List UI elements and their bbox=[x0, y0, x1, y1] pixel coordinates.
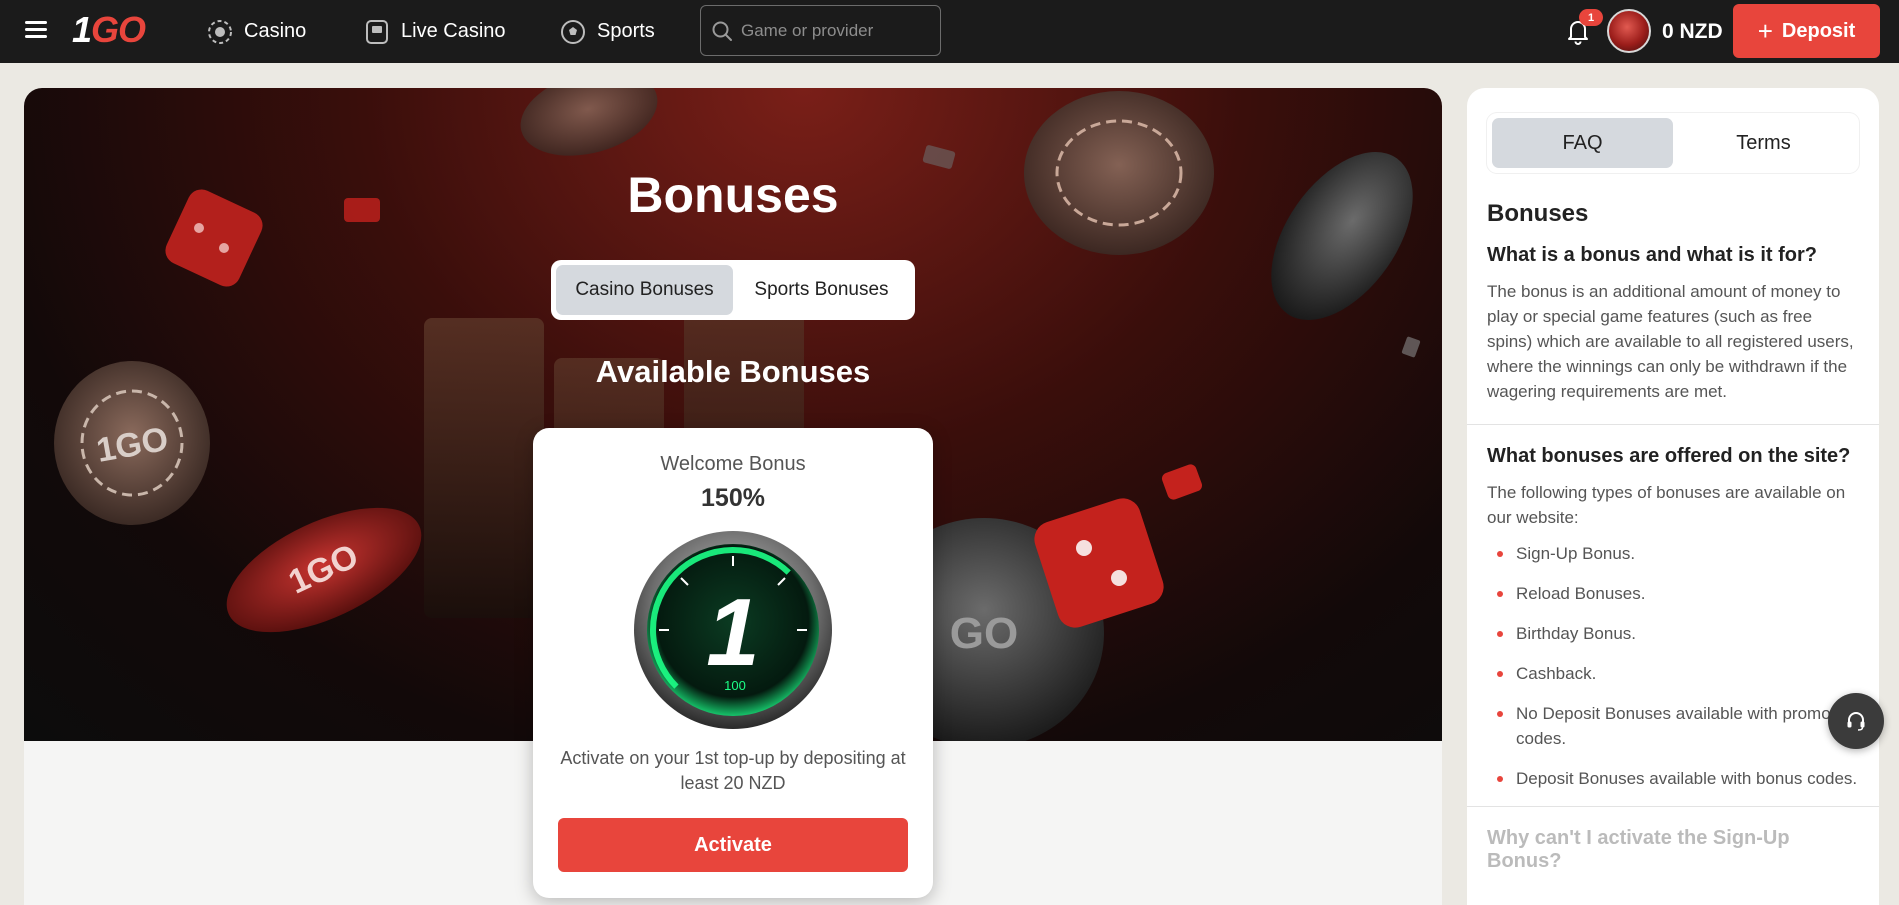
list-item: Reload Bonuses. bbox=[1487, 581, 1859, 606]
avatar[interactable] bbox=[1607, 9, 1651, 53]
page-title: Bonuses bbox=[627, 167, 839, 223]
logo[interactable]: 1 GO bbox=[72, 9, 146, 50]
nav-live-casino[interactable]: Live Casino bbox=[364, 0, 506, 63]
balance-amount[interactable]: 0 NZD bbox=[1662, 0, 1723, 63]
bonus-types-list: Sign-Up Bonus. Reload Bonuses. Birthday … bbox=[1487, 541, 1859, 791]
nav-casino-label: Casino bbox=[244, 20, 307, 42]
divider bbox=[1467, 424, 1879, 425]
casino-chip-icon bbox=[208, 19, 232, 44]
tab-casino-bonuses[interactable]: Casino Bonuses bbox=[556, 265, 733, 315]
faq-heading: Bonuses bbox=[1487, 200, 1589, 227]
faq-answer: The following types of bonuses are avail… bbox=[1487, 483, 1846, 527]
list-item: Sign-Up Bonus. bbox=[1487, 541, 1859, 566]
faq-sidebar: FAQ Terms Bonuses What is a bonus and wh… bbox=[1467, 88, 1879, 905]
tab-sports-bonuses[interactable]: Sports Bonuses bbox=[733, 265, 910, 315]
list-item: Birthday Bonus. bbox=[1487, 621, 1859, 646]
plus-icon: + bbox=[1757, 16, 1773, 46]
divider bbox=[1467, 806, 1879, 807]
search-input[interactable] bbox=[741, 20, 931, 41]
soccer-ball-icon bbox=[561, 19, 585, 44]
menu-icon[interactable] bbox=[25, 21, 47, 39]
bonus-category-tabs: Casino Bonuses Sports Bonuses bbox=[551, 260, 915, 320]
sidebar-tabs: FAQ Terms bbox=[1487, 113, 1859, 173]
tab-faq[interactable]: FAQ bbox=[1492, 118, 1673, 168]
search-icon bbox=[712, 21, 732, 41]
deposit-label: Deposit bbox=[1781, 19, 1856, 42]
top-bar: 1GO Casino Live Casino Sports 1 0 NZD +D… bbox=[0, 0, 1899, 63]
live-casino-icon bbox=[366, 19, 388, 44]
logo-text-go: GO bbox=[91, 9, 146, 50]
faq-item: What is a bonus and what is it for? The … bbox=[1467, 244, 1879, 404]
speedometer-gauge-value: 100 bbox=[724, 678, 746, 693]
bonus-description: Activate on your 1st top-up by depositin… bbox=[560, 748, 906, 793]
faq-content[interactable]: Bonuses What is a bonus and what is it f… bbox=[1467, 200, 1879, 905]
support-chat-button[interactable] bbox=[1828, 693, 1884, 749]
nav-live-casino-label: Live Casino bbox=[401, 20, 506, 42]
logo-text-one: 1 bbox=[72, 9, 92, 50]
list-item: Deposit Bonuses available with bonus cod… bbox=[1487, 766, 1859, 791]
faq-question[interactable]: Why can't I activate the Sign-Up Bonus? bbox=[1487, 827, 1859, 873]
nav-sports[interactable]: Sports bbox=[560, 0, 655, 63]
faq-item: What bonuses are offered on the site? Th… bbox=[1467, 445, 1879, 791]
bonus-label: Welcome Bonus bbox=[660, 453, 806, 475]
speedometer-number: 1 bbox=[706, 579, 759, 686]
faq-question[interactable]: What is a bonus and what is it for? bbox=[1487, 244, 1859, 267]
speedometer-icon: 1 100 bbox=[634, 531, 832, 729]
notification-badge: 1 bbox=[1579, 9, 1603, 26]
nav-casino[interactable]: Casino bbox=[207, 0, 306, 63]
faq-item: Why can't I activate the Sign-Up Bonus? bbox=[1467, 827, 1879, 873]
deposit-button[interactable]: + Deposit bbox=[1733, 4, 1880, 58]
list-item: Cashback. bbox=[1487, 661, 1859, 686]
bonus-card: Welcome Bonus 150% 1 100 Activate on you… bbox=[533, 428, 933, 898]
search-box[interactable] bbox=[700, 5, 941, 56]
bonus-value: 150% bbox=[701, 484, 765, 512]
list-item: No Deposit Bonuses available with promo … bbox=[1487, 701, 1859, 751]
activate-button[interactable]: Activate bbox=[558, 818, 908, 872]
nav-sports-label: Sports bbox=[597, 20, 655, 42]
section-title: Available Bonuses bbox=[595, 354, 871, 389]
faq-answer: The bonus is an additional amount of mon… bbox=[1487, 282, 1854, 401]
headset-icon bbox=[1847, 712, 1865, 731]
faq-question[interactable]: What bonuses are offered on the site? bbox=[1487, 445, 1859, 468]
svg-text:GO: GO bbox=[950, 609, 1018, 658]
tab-terms[interactable]: Terms bbox=[1673, 118, 1854, 168]
